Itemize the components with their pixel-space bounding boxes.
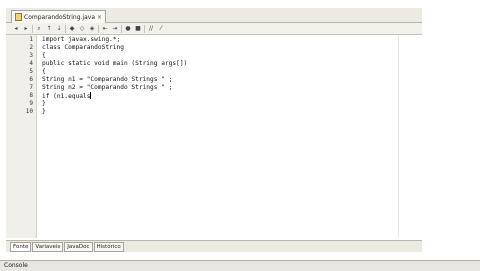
code-line[interactable]: class ComparandoString xyxy=(42,44,124,51)
close-tab-icon[interactable]: × xyxy=(97,14,102,21)
code-line[interactable]: { xyxy=(42,68,46,75)
editor-window: ComparandoString.java × ◂ ▸ ⌕ ↑ ↓ ◆ ◇ ◈ … xyxy=(6,0,428,260)
line-number: 6 xyxy=(29,76,33,83)
toolbar-separator xyxy=(144,24,145,33)
editor-tabbar: ComparandoString.java × xyxy=(6,8,422,23)
bookmark-icon[interactable]: ◆ xyxy=(68,25,76,33)
find-next-icon[interactable]: ↓ xyxy=(55,25,63,33)
code-line[interactable]: String n1 = "Comparando Strings " ; xyxy=(42,76,172,83)
code-line[interactable]: { xyxy=(42,52,46,59)
line-number: 7 xyxy=(29,84,33,91)
editor-toolbar: ◂ ▸ ⌕ ↑ ↓ ◆ ◇ ◈ ⇤ ⇥ ● ■ // ⁄ xyxy=(6,23,428,35)
code-line[interactable]: import javax.swing.*; xyxy=(42,36,120,43)
file-tab-label: ComparandoString.java xyxy=(24,13,96,21)
forward-icon[interactable]: ▸ xyxy=(22,25,30,33)
line-number: 2 xyxy=(29,44,33,51)
code-line[interactable]: public static void main (String args[]) xyxy=(42,60,187,67)
toolbar-separator xyxy=(65,24,66,33)
tab-history[interactable]: Histórico xyxy=(93,241,124,252)
prev-bookmark-icon[interactable]: ◇ xyxy=(78,25,86,33)
code-line[interactable]: String n2 = "Comparando Strings " ; xyxy=(42,84,172,91)
code-line-current[interactable]: if (n1.equals xyxy=(42,92,92,100)
file-tab[interactable]: ComparandoString.java × xyxy=(11,10,107,23)
java-file-icon xyxy=(15,13,22,21)
line-number: 4 xyxy=(29,60,33,67)
right-empty-area xyxy=(422,0,480,260)
editor-view-tabs: Fonte Variaveis JavaDoc Histórico xyxy=(6,240,426,252)
code-line-text: if (n1.equals xyxy=(42,93,91,100)
right-margin-guide xyxy=(398,35,399,238)
line-number: 8 xyxy=(29,92,33,99)
line-number: 5 xyxy=(29,68,33,75)
code-line[interactable]: } xyxy=(42,108,46,115)
toolbar-separator xyxy=(98,24,99,33)
next-bookmark-icon[interactable]: ◈ xyxy=(88,25,96,33)
uncomment-icon[interactable]: ⁄ xyxy=(157,25,165,33)
code-editor[interactable]: 1 2 3 4 5 6 7 8 9 10 import javax.swing.… xyxy=(6,35,422,238)
console-panel-header[interactable]: Console xyxy=(0,260,480,271)
line-number-gutter: 1 2 3 4 5 6 7 8 9 10 xyxy=(6,35,37,238)
record-macro-icon[interactable]: ● xyxy=(124,25,132,33)
line-number: 1 xyxy=(29,36,33,43)
line-number: 10 xyxy=(25,108,33,115)
shift-right-icon[interactable]: ⇥ xyxy=(111,25,119,33)
code-line[interactable]: } xyxy=(42,100,46,107)
shift-left-icon[interactable]: ⇤ xyxy=(101,25,109,33)
stop-macro-icon[interactable]: ■ xyxy=(134,25,142,33)
toolbar-separator xyxy=(121,24,122,33)
line-number: 9 xyxy=(29,100,33,107)
console-label: Console xyxy=(4,262,28,269)
tab-variables[interactable]: Variaveis xyxy=(32,241,64,252)
find-prev-icon[interactable]: ↑ xyxy=(45,25,53,33)
back-icon[interactable]: ◂ xyxy=(12,25,20,33)
tab-source[interactable]: Fonte xyxy=(10,241,32,252)
find-icon[interactable]: ⌕ xyxy=(35,25,43,33)
tab-javadoc[interactable]: JavaDoc xyxy=(64,241,93,252)
toolbar-separator xyxy=(32,24,33,33)
comment-icon[interactable]: // xyxy=(147,25,155,33)
line-number: 3 xyxy=(29,52,33,59)
text-caret xyxy=(90,92,92,99)
